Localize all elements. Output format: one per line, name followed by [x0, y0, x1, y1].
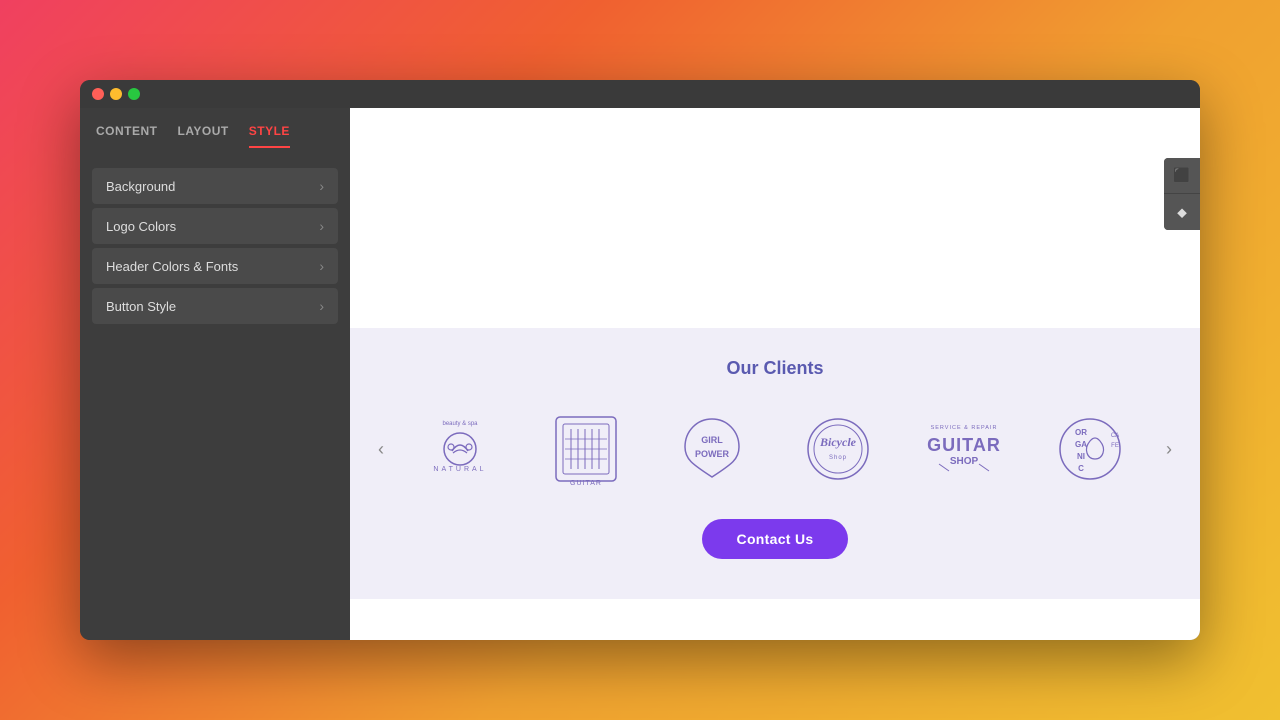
logo-guitar-shop: SERVICE & REPAIR GUITAR SHOP — [919, 409, 1009, 489]
monitor-icon-button[interactable]: ⬛ — [1164, 158, 1200, 194]
logo-natural: beauty & spa NATURAL — [415, 409, 505, 489]
next-arrow[interactable]: › — [1158, 434, 1180, 465]
menu-item-label: Button Style — [106, 299, 176, 314]
minimize-button[interactable] — [110, 88, 122, 100]
menu-item-label: Logo Colors — [106, 219, 176, 234]
svg-text:NI: NI — [1077, 452, 1085, 461]
close-button[interactable] — [92, 88, 104, 100]
svg-text:SHOP: SHOP — [950, 456, 979, 467]
menu-item-label: Background — [106, 179, 175, 194]
svg-text:GUITAR: GUITAR — [927, 435, 1001, 455]
svg-text:NATURAL: NATURAL — [433, 466, 486, 473]
svg-text:GA: GA — [1075, 440, 1087, 449]
svg-text:beauty & spa: beauty & spa — [442, 421, 478, 427]
clients-title: Our Clients — [726, 358, 823, 379]
svg-text:POWER: POWER — [695, 449, 730, 459]
menu-item-background[interactable]: Background › — [92, 168, 338, 204]
clients-carousel: ‹ beauty & spa NATURAL — [370, 409, 1180, 489]
menu-item-button-style[interactable]: Button Style › — [92, 288, 338, 324]
svg-text:FE: FE — [1111, 443, 1119, 449]
maximize-button[interactable] — [128, 88, 140, 100]
menu-item-logo-colors[interactable]: Logo Colors › — [92, 208, 338, 244]
contact-us-button[interactable]: Contact Us — [702, 519, 849, 559]
svg-text:SERVICE & REPAIR: SERVICE & REPAIR — [931, 425, 998, 431]
chevron-right-icon: › — [319, 218, 324, 234]
chevron-right-icon: › — [319, 258, 324, 274]
svg-text:Bicycle: Bicycle — [819, 435, 857, 449]
sidebar-menu: Background › Logo Colors › Header Colors… — [80, 168, 350, 324]
logo-girl-power: GIRL POWER — [667, 409, 757, 489]
main-content: Our Clients ‹ beauty & spa — [350, 108, 1200, 640]
paint-icon: ⬥ — [1177, 204, 1187, 221]
sidebar-tabs: CONTENT LAYOUT STYLE — [80, 108, 350, 148]
logo-bicycle: Bicycle Shop — [793, 409, 883, 489]
menu-item-label: Header Colors & Fonts — [106, 259, 238, 274]
tab-layout[interactable]: LAYOUT — [178, 124, 229, 148]
chevron-right-icon: › — [319, 178, 324, 194]
side-toolbar: ⬛ ⬥ — [1164, 158, 1200, 230]
white-section — [350, 108, 1200, 328]
traffic-lights — [92, 88, 140, 100]
clients-section: Our Clients ‹ beauty & spa — [350, 328, 1200, 599]
clients-logos: beauty & spa NATURAL — [402, 409, 1148, 489]
app-window: CONTENT LAYOUT STYLE Background › Logo C… — [80, 80, 1200, 640]
prev-arrow[interactable]: ‹ — [370, 434, 392, 465]
chevron-right-icon: › — [319, 298, 324, 314]
menu-item-header-colors[interactable]: Header Colors & Fonts › — [92, 248, 338, 284]
logo-guitar-box: GUITAR — [541, 409, 631, 489]
paint-icon-button[interactable]: ⬥ — [1164, 194, 1200, 230]
svg-text:GUITAR: GUITAR — [570, 480, 602, 487]
logo-organic: OR GA NI C CA FE — [1045, 409, 1135, 489]
svg-text:OR: OR — [1075, 428, 1087, 437]
svg-text:CA: CA — [1111, 433, 1119, 439]
tab-style[interactable]: STYLE — [249, 124, 290, 148]
svg-text:GIRL: GIRL — [701, 435, 723, 445]
tab-content[interactable]: CONTENT — [96, 124, 158, 148]
titlebar — [80, 80, 1200, 108]
svg-text:C: C — [1078, 464, 1084, 473]
svg-text:Shop: Shop — [829, 455, 847, 461]
monitor-icon: ⬛ — [1173, 167, 1190, 184]
window-body: CONTENT LAYOUT STYLE Background › Logo C… — [80, 108, 1200, 640]
sidebar: CONTENT LAYOUT STYLE Background › Logo C… — [80, 108, 350, 640]
